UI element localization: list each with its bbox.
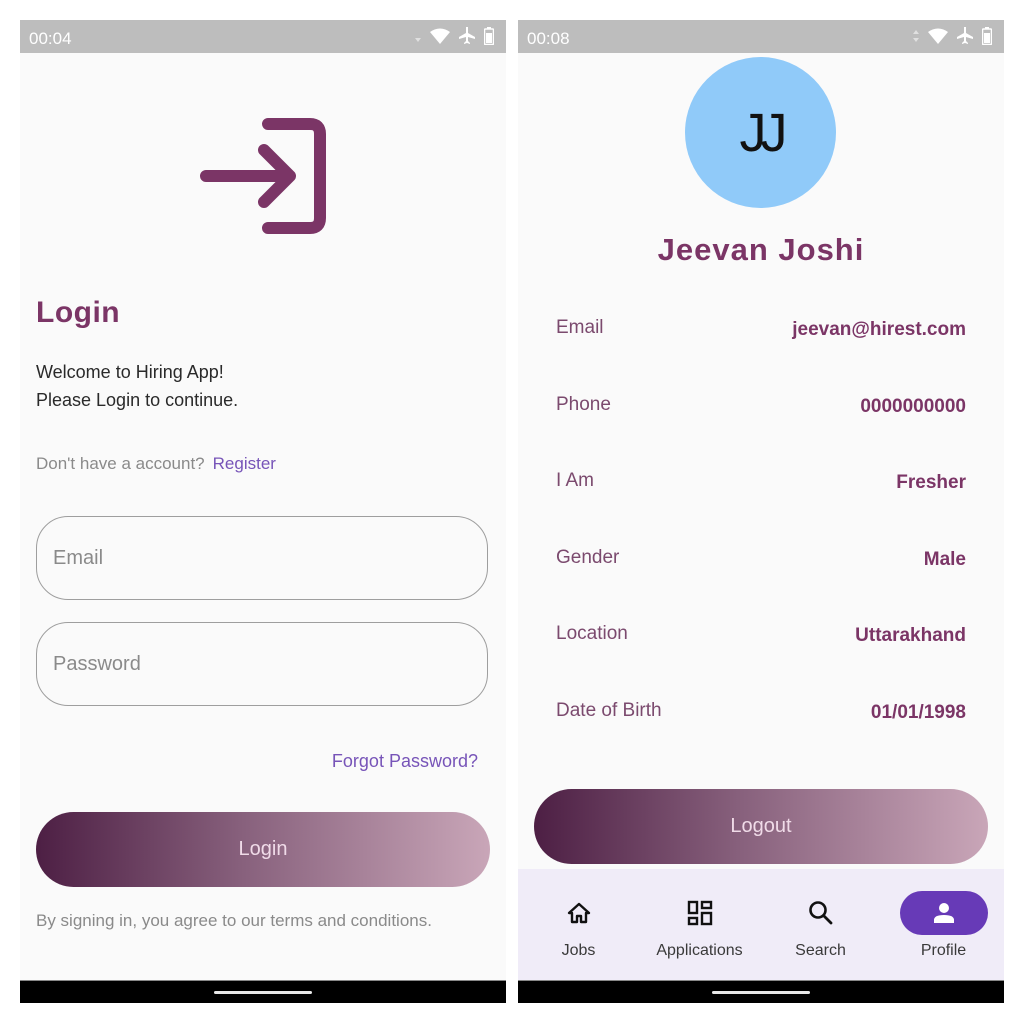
search-icon (808, 901, 832, 925)
info-value: 01/01/1998 (870, 701, 966, 723)
info-label: I Am (556, 470, 595, 491)
status-bar: 00:04 (20, 20, 506, 53)
nav-item-applications[interactable]: Applications (639, 869, 760, 981)
login-button[interactable]: Login (36, 812, 490, 887)
system-nav-bar (518, 980, 1004, 1003)
info-row-phone: Phone 0000000000 (556, 394, 966, 471)
status-icons (913, 27, 992, 45)
home-gesture-handle[interactable] (214, 991, 312, 994)
airplane-mode-icon (957, 27, 973, 44)
login-icon (200, 118, 326, 234)
home-gesture-handle[interactable] (712, 991, 810, 994)
email-field-container (36, 516, 488, 600)
login-screen: 00:04 Login Welcome to Hiring App! Pleas… (20, 20, 506, 1003)
register-row: Don't have a account? Register (36, 454, 276, 474)
info-row-date-of-birth: Date of Birth 01/01/1998 (556, 700, 966, 777)
avatar: JJ (685, 57, 836, 208)
nav-item-search[interactable]: Search (760, 869, 881, 981)
page-title: Login (36, 296, 121, 329)
password-input[interactable] (37, 623, 487, 705)
nav-icon-container (535, 891, 623, 935)
status-bar: 00:08 (518, 20, 1004, 53)
data-arrows-icon (913, 30, 919, 42)
nav-label: Profile (920, 942, 967, 959)
nav-icon-container (777, 891, 865, 935)
bottom-navigation: Jobs Applications Search Profile (518, 869, 1004, 981)
info-value: Uttarakhand (855, 625, 966, 646)
profile-screen: 00:08 JJ Jeevan Joshi Email jeevan@hires… (518, 20, 1004, 1003)
info-value: Fresher (896, 472, 966, 493)
welcome-line-1: Welcome to Hiring App! (36, 362, 224, 382)
info-row-email: Email jeevan@hirest.com (556, 317, 966, 394)
info-value: jeevan@hirest.com (792, 319, 966, 340)
welcome-message: Welcome to Hiring App! Please Login to c… (36, 358, 238, 414)
logout-button[interactable]: Logout (534, 789, 988, 864)
password-field-container (36, 622, 488, 706)
nav-label: Jobs (561, 942, 596, 959)
terms-text: By signing in, you agree to our terms an… (36, 911, 432, 930)
info-label: Gender (556, 546, 620, 568)
airplane-mode-icon (459, 27, 475, 44)
info-label: Date of Birth (556, 699, 662, 721)
welcome-line-2: Please Login to continue. (36, 390, 239, 410)
register-prompt: Don't have a account? (36, 454, 205, 473)
email-input[interactable] (37, 517, 487, 599)
info-row-gender: Gender Male (556, 547, 966, 624)
info-label: Phone (556, 393, 611, 415)
nav-item-jobs[interactable]: Jobs (518, 869, 639, 981)
profile-name: Jeevan Joshi (657, 232, 865, 267)
forgot-password-link[interactable]: Forgot Password? (332, 751, 478, 772)
info-row-location: Location Uttarakhand (556, 623, 966, 700)
system-nav-bar (20, 980, 506, 1003)
wifi-icon (928, 28, 948, 44)
nav-item-profile[interactable]: Profile (883, 869, 1004, 981)
battery-icon (982, 27, 992, 45)
status-time: 00:04 (29, 29, 72, 48)
info-label: Location (556, 623, 628, 644)
status-icons (415, 27, 494, 45)
wifi-icon (430, 28, 450, 44)
info-label: Email (556, 317, 604, 338)
nav-label: Search (795, 942, 846, 959)
register-link[interactable]: Register (213, 454, 276, 473)
profile-info-list: Email jeevan@hirest.com Phone 0000000000… (556, 317, 966, 776)
battery-icon (484, 27, 494, 45)
home-icon (567, 902, 590, 924)
info-value: 0000000000 (860, 395, 966, 417)
status-time: 00:08 (527, 29, 570, 48)
info-value: Male (923, 548, 966, 570)
nav-label: Applications (656, 942, 743, 959)
nav-icon-container-active (899, 891, 988, 935)
dashboard-icon (687, 900, 712, 926)
info-row-i-am: I Am Fresher (556, 470, 966, 547)
signal-icon (415, 38, 421, 42)
person-icon (933, 903, 954, 923)
nav-icon-container (656, 891, 744, 935)
